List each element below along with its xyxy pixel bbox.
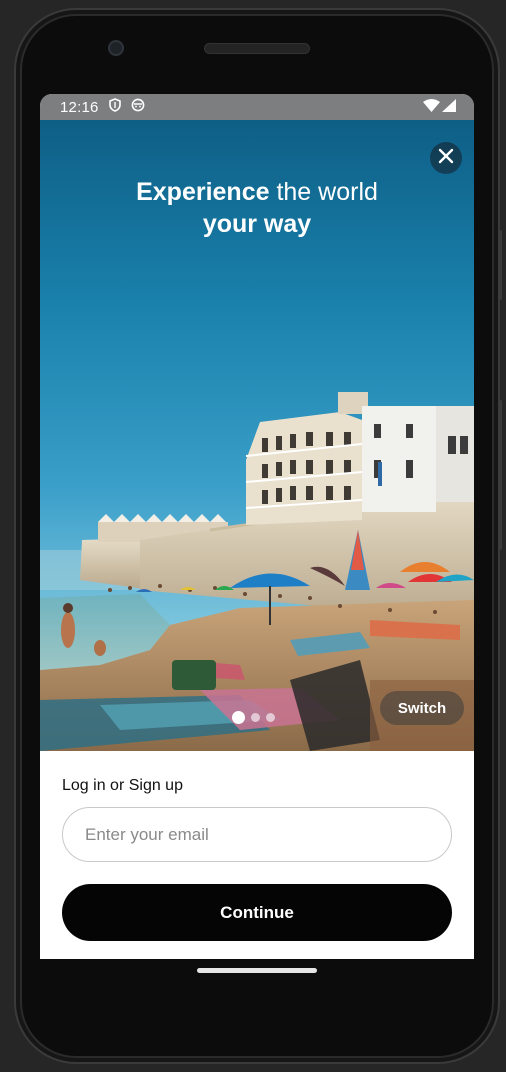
earpiece-speaker [204, 43, 310, 54]
carousel-dot[interactable] [232, 711, 245, 724]
volume-button [498, 400, 502, 550]
status-time: 12:16 [60, 98, 99, 116]
signal-icon [442, 98, 456, 116]
wifi-icon [423, 98, 440, 116]
switch-button[interactable]: Switch [380, 691, 464, 725]
carousel-dot[interactable] [251, 713, 260, 722]
close-icon [438, 148, 454, 169]
headline-regular: the world [269, 178, 378, 206]
home-indicator[interactable] [197, 968, 317, 973]
headline-bold-2: your way [202, 210, 312, 238]
close-button[interactable] [430, 142, 462, 174]
email-input[interactable] [62, 807, 452, 862]
continue-button[interactable]: Continue [62, 884, 452, 941]
screen: 12:16 Experience the world your way Swit… [40, 94, 474, 959]
face-icon [131, 98, 145, 116]
hero-image: Experience the world your way Switch [40, 120, 474, 751]
headline: Experience the world your way [40, 176, 474, 240]
front-camera [108, 40, 124, 56]
carousel-indicator [232, 711, 275, 724]
shield-icon [108, 98, 121, 116]
headline-bold-1: Experience [136, 178, 270, 206]
login-label: Log in or Sign up [62, 777, 183, 794]
status-bar: 12:16 [40, 94, 474, 120]
carousel-dot[interactable] [266, 713, 275, 722]
login-panel: Log in or Sign up Continue [40, 751, 474, 959]
power-button [498, 230, 502, 300]
